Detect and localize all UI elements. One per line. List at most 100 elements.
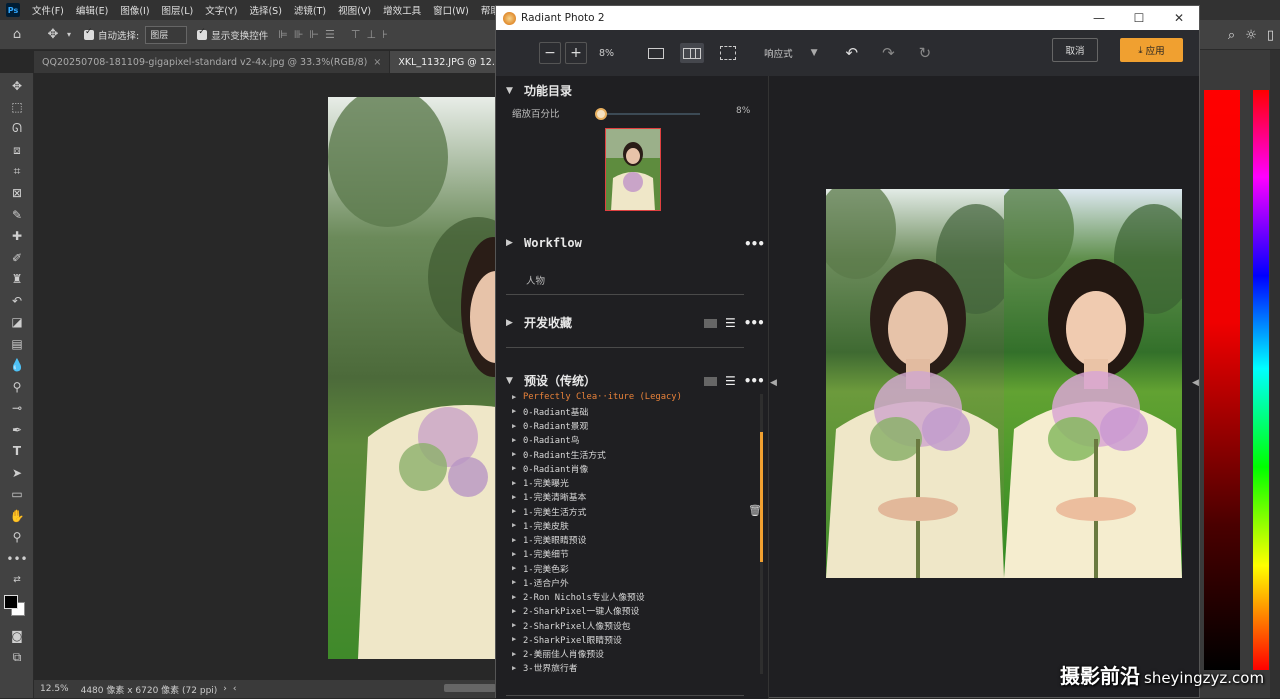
expand-triangle-icon[interactable]: ▶: [512, 593, 523, 601]
expand-triangle-icon[interactable]: ▶: [512, 393, 523, 401]
expand-triangle-icon[interactable]: ▶: [512, 550, 523, 558]
expand-triangle-icon[interactable]: ▶: [512, 635, 523, 643]
swap-colors-icon[interactable]: ⇄: [0, 570, 34, 592]
status-arrow-icon[interactable]: ›: [223, 684, 227, 694]
eraser-tool-icon[interactable]: ◪: [0, 312, 34, 334]
menu-select[interactable]: 选择(S): [243, 3, 287, 17]
search-icon[interactable]: ⌕: [1228, 28, 1235, 43]
collapse-right-icon[interactable]: ◀: [1192, 378, 1199, 388]
align-middle-icon[interactable]: ⊥: [366, 28, 376, 41]
single-view-button[interactable]: [644, 43, 668, 63]
distribute-icon[interactable]: ☰: [325, 28, 335, 41]
zoom-slider-knob[interactable]: [595, 108, 607, 120]
section-workflow[interactable]: ▶ Workflow: [506, 236, 582, 250]
burn-tool-icon[interactable]: ⊸: [0, 398, 34, 420]
auto-select-checkbox[interactable]: 自动选择:: [84, 27, 139, 42]
screen-mode-icon[interactable]: ⧉: [0, 647, 34, 669]
preset-item[interactable]: ▶ 1-完美细节: [512, 547, 752, 561]
preset-item[interactable]: ▶ 2-SharkPixel眼睛预设: [512, 632, 752, 646]
zoom-in-button[interactable]: +: [565, 42, 587, 64]
show-transform-checkbox[interactable]: 显示变换控件: [197, 27, 268, 42]
maximize-button[interactable]: ☐: [1119, 6, 1159, 30]
expand-triangle-icon[interactable]: ▶: [512, 536, 523, 544]
move-tool-icon[interactable]: ✥: [0, 75, 34, 97]
more-options-icon[interactable]: •••: [744, 316, 765, 330]
expand-triangle-icon[interactable]: ▶: [512, 621, 523, 629]
auto-select-dropdown[interactable]: 图层: [145, 25, 188, 44]
marquee-tool-icon[interactable]: ⬚: [0, 97, 34, 119]
expand-triangle-icon[interactable]: ▶: [512, 564, 523, 572]
brightness-icon[interactable]: ☼: [1245, 28, 1257, 43]
more-tools-icon[interactable]: •••: [0, 548, 34, 570]
stamp-tool-icon[interactable]: ♜: [0, 269, 34, 291]
preset-item[interactable]: ▶ 0-Radiant基础: [512, 404, 752, 418]
type-tool-icon[interactable]: T: [0, 441, 34, 463]
menu-view[interactable]: 视图(V): [332, 3, 377, 17]
preset-item[interactable]: ▶ 1-完美清晰基本: [512, 490, 752, 504]
crop-view-button[interactable]: [716, 43, 740, 63]
brush-tool-icon[interactable]: ✐: [0, 247, 34, 269]
section-presets[interactable]: ▼ 预设（传统）: [506, 372, 596, 389]
preset-scrollbar-thumb[interactable]: [760, 432, 763, 562]
zoom-slider-track[interactable]: [596, 113, 700, 115]
preset-item[interactable]: ▶ 0-Radiant生活方式: [512, 447, 752, 461]
navigator-viewport-frame[interactable]: [605, 128, 661, 211]
menu-type[interactable]: 文字(Y): [199, 3, 243, 17]
align-right-icon[interactable]: ⊩: [309, 28, 319, 41]
expand-triangle-icon[interactable]: ▶: [512, 422, 523, 430]
expand-triangle-icon[interactable]: ▶: [512, 607, 523, 615]
redo-icon[interactable]: ↷: [882, 44, 895, 62]
ps-canvas-area[interactable]: [34, 73, 496, 680]
gradient-tool-icon[interactable]: ▤: [0, 333, 34, 355]
expand-triangle-icon[interactable]: ▶: [512, 479, 523, 487]
expand-triangle-icon[interactable]: ▶: [512, 464, 523, 472]
menu-window[interactable]: 窗口(W): [427, 3, 475, 17]
healing-brush-icon[interactable]: ✚: [0, 226, 34, 248]
menu-edit[interactable]: 编辑(E): [70, 3, 114, 17]
horizontal-scrollbar[interactable]: [444, 684, 496, 692]
zoom-readout[interactable]: 12.5%: [40, 684, 69, 694]
expand-triangle-icon[interactable]: ▶: [512, 578, 523, 586]
minimize-button[interactable]: —: [1079, 6, 1119, 30]
tab-document-1[interactable]: QQ20250708-181109-gigapixel-standard v2-…: [34, 51, 391, 73]
quick-mask-icon[interactable]: ◙: [0, 625, 34, 647]
scroll-left-icon[interactable]: ‹: [233, 684, 237, 694]
preset-item[interactable]: ▶ 2-SharkPixel一键人像预设: [512, 604, 752, 618]
collapse-left-icon[interactable]: ◀: [770, 378, 777, 388]
list-view-icon[interactable]: ☰: [725, 374, 736, 388]
color-swatches[interactable]: [0, 591, 33, 625]
align-bottom-icon[interactable]: ⊦: [382, 28, 388, 41]
close-icon[interactable]: ×: [373, 57, 381, 68]
compare-mode-select[interactable]: 响应式: [764, 46, 793, 60]
history-brush-icon[interactable]: ↶: [0, 290, 34, 312]
grid-view-icon[interactable]: [704, 318, 717, 328]
preset-item[interactable]: ▶ 1-完美曝光: [512, 476, 752, 490]
preset-item[interactable]: ▶ 1-适合户外: [512, 575, 752, 589]
chevron-down-icon[interactable]: ▾: [64, 24, 74, 46]
dodge-tool-icon[interactable]: ⚲: [0, 376, 34, 398]
frame-tool-icon[interactable]: ⊠: [0, 183, 34, 205]
expand-triangle-icon[interactable]: ▶: [512, 436, 523, 444]
expand-triangle-icon[interactable]: ▶: [512, 521, 523, 529]
list-view-icon[interactable]: ☰: [725, 316, 736, 330]
align-top-icon[interactable]: ⊤: [351, 28, 361, 41]
reset-icon[interactable]: ↻: [919, 44, 932, 62]
preset-item[interactable]: ▶ 2-Ron Nichols专业人像预设: [512, 590, 752, 604]
hand-tool-icon[interactable]: ✋: [0, 505, 34, 527]
align-left-icon[interactable]: ⊫: [278, 28, 288, 41]
collapse-triangle-icon[interactable]: ▼: [506, 86, 524, 96]
expand-triangle-icon[interactable]: ▶: [512, 507, 523, 515]
collapse-triangle-icon[interactable]: ▼: [506, 376, 524, 386]
expand-triangle-icon[interactable]: ▶: [512, 493, 523, 501]
zoom-tool-icon[interactable]: ⚲: [0, 527, 34, 549]
grid-view-icon[interactable]: [704, 376, 717, 386]
preset-item[interactable]: ▶ 2-美丽佳人肖像预设: [512, 647, 752, 661]
object-select-tool-icon[interactable]: ⧈: [0, 140, 34, 162]
preset-item[interactable]: ▶ 0-Radiant鸟: [512, 433, 752, 447]
lasso-tool-icon[interactable]: ᘏ: [0, 118, 34, 140]
expand-triangle-icon[interactable]: ▶: [512, 664, 523, 672]
menu-filter[interactable]: 滤镜(T): [288, 3, 332, 17]
more-options-icon[interactable]: •••: [744, 237, 765, 251]
expand-triangle-icon[interactable]: ▶: [512, 450, 523, 458]
expand-triangle-icon[interactable]: ▶: [506, 318, 524, 328]
